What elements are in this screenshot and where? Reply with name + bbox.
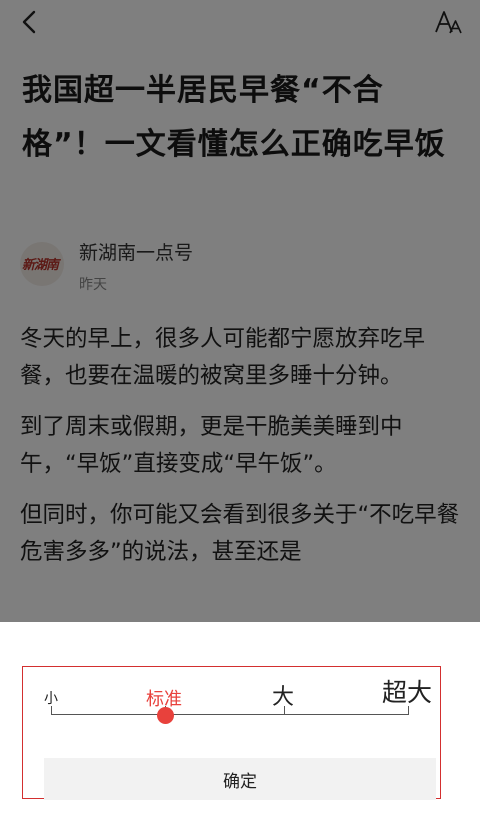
font-size-large-option[interactable]: 大 [272,679,294,711]
slider-tick [284,706,285,715]
slider-tick [408,706,409,715]
font-size-slider-track[interactable] [51,714,409,715]
font-size-slider-knob[interactable] [157,707,174,724]
font-size-xlarge-option[interactable]: 超大 [382,673,432,709]
confirm-button[interactable]: 确定 [44,758,436,800]
font-size-small-option[interactable]: 小 [44,688,58,708]
slider-tick [51,706,52,715]
dim-overlay[interactable] [0,0,480,622]
font-size-sheet: 小 标准 大 超大 确定 [0,622,480,826]
